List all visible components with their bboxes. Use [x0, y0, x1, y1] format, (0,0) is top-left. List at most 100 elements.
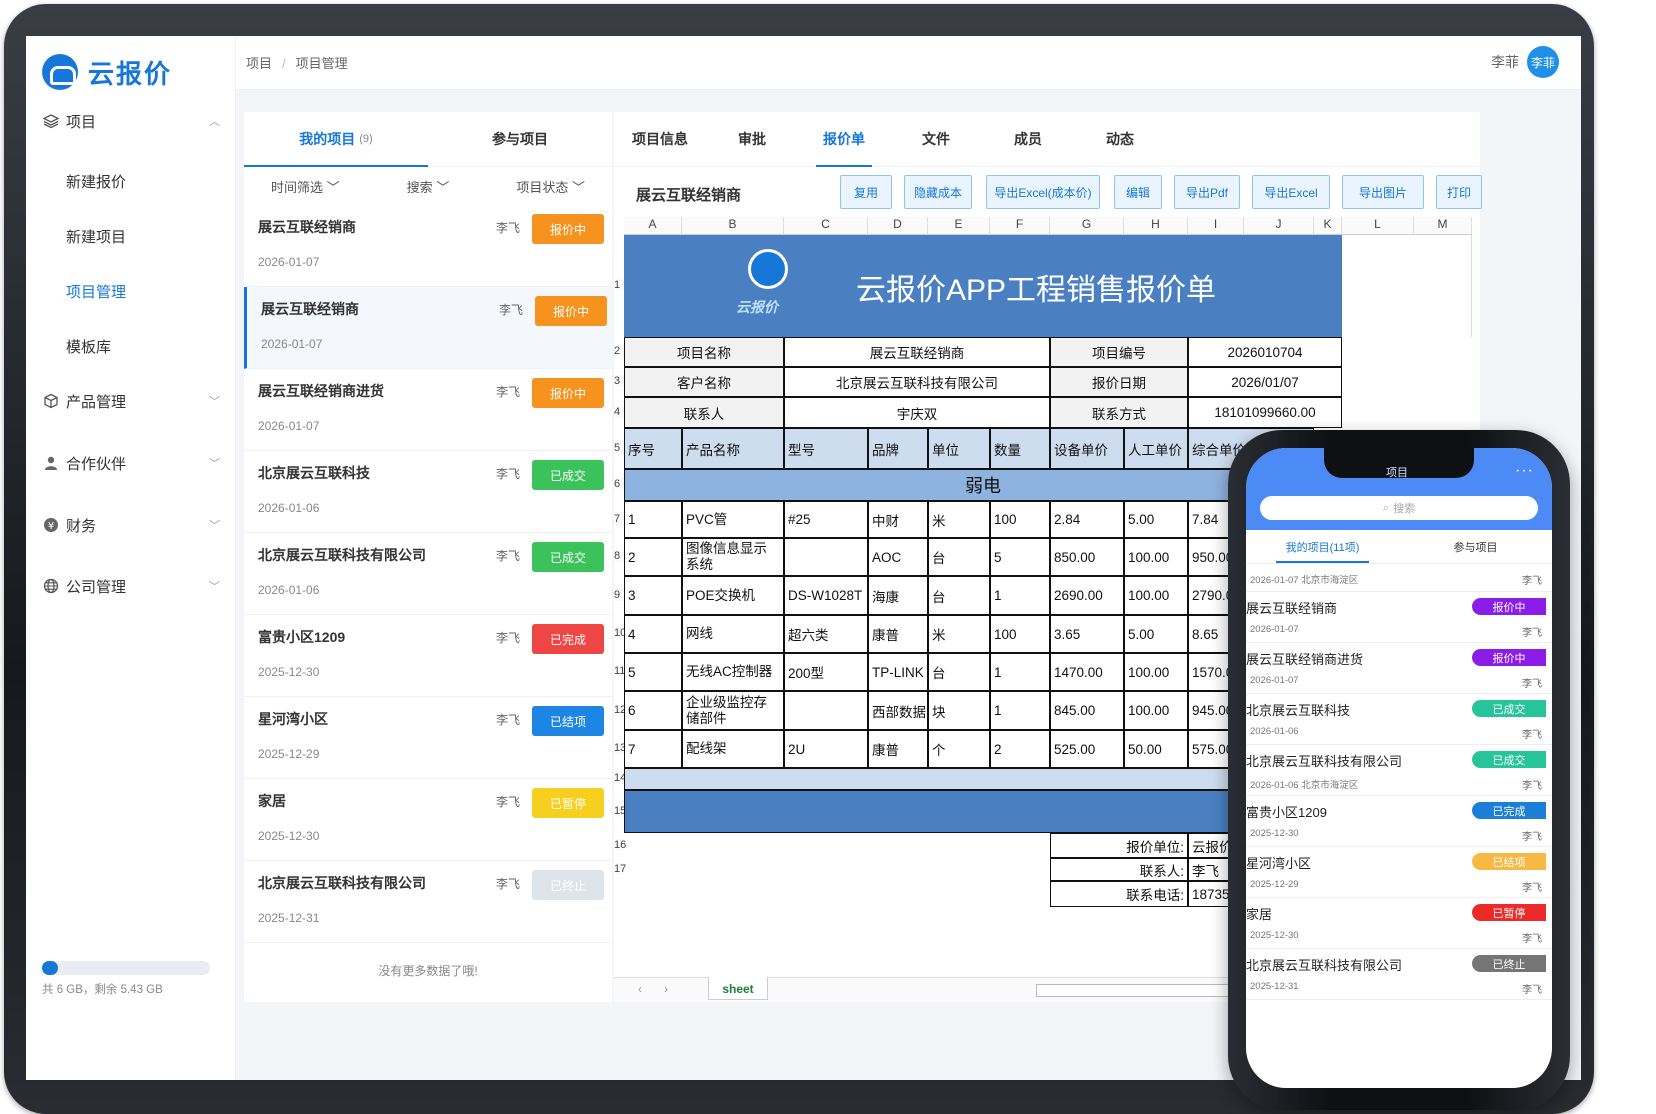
table-cell[interactable]: 台 — [928, 576, 990, 615]
table-cell[interactable]: 2690.00 — [1050, 576, 1124, 615]
table-cell[interactable]: 525.00 — [1050, 730, 1124, 768]
table-cell[interactable]: 1 — [624, 501, 682, 538]
nav-group-products[interactable]: 产品管理 ﹀ — [42, 386, 220, 416]
toolbar-button[interactable]: 导出图片 — [1342, 175, 1424, 209]
row-header[interactable]: 6 — [614, 478, 624, 490]
column-header[interactable]: K — [1314, 217, 1342, 235]
project-list-item[interactable]: 展云互联经销商进货 2026-01-07 李飞 报价中 — [244, 369, 612, 451]
column-header[interactable]: M — [1414, 217, 1472, 235]
table-header-cell[interactable]: 型号 — [784, 428, 868, 469]
detail-tab[interactable]: 动态 — [1074, 112, 1166, 166]
mobile-list-item[interactable]: 富贵小区1209 已完成 2025-12-30 李飞 — [1246, 796, 1552, 847]
nav-group-finance[interactable]: ¥ 财务 ﹀ — [42, 510, 220, 540]
table-cell[interactable]: 个 — [928, 730, 990, 768]
table-cell[interactable]: 康普 — [868, 615, 928, 653]
column-header[interactable]: H — [1124, 217, 1188, 235]
toolbar-button[interactable]: 复用 — [840, 175, 892, 209]
table-cell[interactable]: 中财 — [868, 501, 928, 538]
table-cell[interactable]: 海康 — [868, 576, 928, 615]
tab-my-projects[interactable]: 我的项目 (9) — [244, 112, 428, 167]
table-cell[interactable]: TP-LINK — [868, 653, 928, 691]
detail-tab[interactable]: 审批 — [706, 112, 798, 166]
table-cell[interactable]: 100 — [990, 615, 1050, 653]
toolbar-button[interactable]: 导出Excel(成本价) — [986, 175, 1100, 209]
row-header[interactable]: 11 — [614, 665, 625, 677]
info-value[interactable]: 2026/01/07 — [1188, 367, 1342, 397]
breadcrumb-item[interactable]: 项目 — [246, 56, 272, 71]
table-cell[interactable]: 块 — [928, 691, 990, 730]
column-header[interactable]: J — [1244, 217, 1314, 235]
project-list-item[interactable]: 北京展云互联科技有限公司 2026-01-06 李飞 已成交 — [244, 533, 612, 615]
filter-time[interactable]: 时间筛选 ﹀ — [244, 177, 367, 196]
table-cell[interactable]: 企业级监控存储部件 — [682, 691, 784, 730]
table-cell[interactable]: 1 — [990, 691, 1050, 730]
row-header[interactable]: 17 — [614, 862, 626, 875]
table-cell[interactable]: 米 — [928, 501, 990, 538]
project-list-item[interactable]: 家居 2025-12-30 李飞 已暂停 — [244, 779, 612, 861]
table-cell[interactable]: POE交换机 — [682, 576, 784, 615]
nav-group-project[interactable]: 项目 ︿ — [42, 106, 220, 136]
info-label[interactable]: 项目编号 — [1050, 337, 1188, 367]
info-value[interactable]: 18101099660.00 — [1188, 397, 1342, 428]
table-cell[interactable]: 配线架 — [682, 730, 784, 768]
table-cell[interactable]: 图像信息显示系统 — [682, 538, 784, 576]
column-header[interactable]: I — [1188, 217, 1244, 235]
row-header[interactable]: 8 — [614, 550, 624, 562]
column-header[interactable]: A — [624, 217, 682, 235]
row-header[interactable]: 3 — [614, 375, 624, 387]
project-list-item[interactable]: 北京展云互联科技 2026-01-06 李飞 已成交 — [244, 451, 612, 533]
row-header[interactable]: 1 — [614, 279, 624, 291]
table-cell[interactable]: 康普 — [868, 730, 928, 768]
table-cell[interactable] — [784, 538, 868, 576]
info-value[interactable]: 2026010704 — [1188, 337, 1342, 367]
row-header[interactable]: 16 — [614, 838, 626, 851]
project-list-item[interactable]: 星河湾小区 2025-12-29 李飞 已结项 — [244, 697, 612, 779]
table-cell[interactable]: 5 — [624, 653, 682, 691]
table-header-cell[interactable]: 设备单价 — [1050, 428, 1124, 469]
table-cell[interactable]: 4 — [624, 615, 682, 653]
mobile-list-item[interactable]: 北京展云互联科技 已成交 2026-01-06 李飞 — [1246, 694, 1552, 745]
table-cell[interactable]: 2 — [624, 538, 682, 576]
toolbar-button[interactable]: 打印 — [1436, 175, 1482, 209]
info-label[interactable]: 报价日期 — [1050, 367, 1188, 397]
horizontal-scrollbar[interactable] — [1036, 984, 1236, 997]
row-header[interactable]: 4 — [614, 405, 624, 418]
app-logo[interactable]: 云报价 — [42, 46, 172, 98]
mobile-list-item[interactable]: 北京展云互联科技有限公司 已终止 2025-12-31 李飞 — [1246, 949, 1552, 1000]
table-cell[interactable]: PVC管 — [682, 501, 784, 538]
table-cell[interactable]: 845.00 — [1050, 691, 1124, 730]
row-header[interactable]: 7 — [614, 512, 624, 525]
mobile-search-input[interactable]: ⌕ 搜索 — [1260, 496, 1538, 520]
table-header-cell[interactable]: 品牌 — [868, 428, 928, 469]
sheet-tab[interactable]: sheet — [708, 976, 768, 1000]
project-list-item[interactable]: 展云互联经销商 2026-01-07 李飞 报价中 — [244, 287, 612, 369]
table-cell[interactable]: 台 — [928, 538, 990, 576]
table-cell[interactable]: 100.00 — [1124, 691, 1188, 730]
nav-sub-project-management[interactable]: 项目管理 — [66, 281, 126, 302]
table-cell[interactable]: 西部数据 — [868, 691, 928, 730]
mobile-tab-my-projects[interactable]: 我的项目(11项) — [1246, 530, 1399, 563]
table-header-cell[interactable]: 序号 — [624, 428, 682, 469]
table-cell[interactable]: 100.00 — [1124, 538, 1188, 576]
toolbar-button[interactable]: 隐藏成本 — [904, 175, 972, 209]
row-header[interactable]: 13 — [614, 742, 626, 754]
mobile-list-item[interactable]: 北京展云互联科技有限公司 已成交 2026-01-06 北京市海淀区 李飞 — [1246, 745, 1552, 796]
row-header[interactable]: 9 — [614, 588, 624, 601]
footer-label[interactable]: 联系人: — [1050, 858, 1188, 881]
table-cell[interactable]: 3 — [624, 576, 682, 615]
detail-tab[interactable]: 成员 — [982, 112, 1074, 166]
filter-search[interactable]: 搜索 ﹀ — [367, 177, 490, 196]
table-cell[interactable]: 无线AC控制器 — [682, 653, 784, 691]
table-cell[interactable]: 台 — [928, 653, 990, 691]
table-cell[interactable]: 5 — [990, 538, 1050, 576]
mobile-list-item[interactable]: 展云互联经销商进货 报价中 2026-01-07 李飞 — [1246, 643, 1552, 694]
column-header[interactable]: C — [784, 217, 868, 235]
nav-group-partners[interactable]: 合作伙伴 ﹀ — [42, 448, 220, 478]
mobile-list-item[interactable]: 家居 已暂停 2025-12-30 李飞 — [1246, 898, 1552, 949]
table-cell[interactable]: 1470.00 — [1050, 653, 1124, 691]
tab-participating-projects[interactable]: 参与项目 — [428, 112, 612, 166]
table-cell[interactable] — [784, 691, 868, 730]
column-header[interactable]: G — [1050, 217, 1124, 235]
row-header[interactable]: 15 — [614, 804, 626, 817]
row-header[interactable]: 2 — [614, 345, 624, 357]
